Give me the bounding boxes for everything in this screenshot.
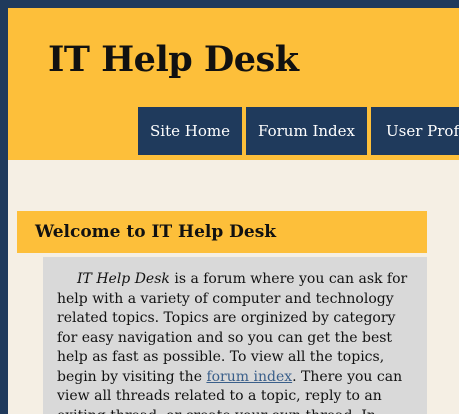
nav-item-site-home[interactable]: Site Home xyxy=(138,107,242,155)
welcome-paragraph: IT Help Desk is a forum where you can as… xyxy=(57,270,413,414)
nav-item-user-profile[interactable]: User Profile xyxy=(371,107,459,155)
forum-index-link[interactable]: forum index xyxy=(206,369,292,385)
site-title: IT Help Desk xyxy=(48,39,299,80)
page-frame: IT Help Desk Site Home Forum Index User … xyxy=(8,8,459,414)
site-header: IT Help Desk Site Home Forum Index User … xyxy=(8,8,459,160)
welcome-heading: Welcome to IT Help Desk xyxy=(17,211,427,253)
welcome-content-box: IT Help Desk is a forum where you can as… xyxy=(43,257,427,414)
site-name-emphasis: IT Help Desk xyxy=(77,271,170,287)
nav-item-forum-index[interactable]: Forum Index xyxy=(246,107,367,155)
intro-text-before-link: is a forum where you can ask for help wi… xyxy=(57,271,408,385)
